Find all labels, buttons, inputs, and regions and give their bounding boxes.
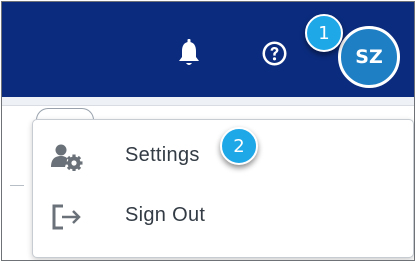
callout-number: 1 bbox=[318, 22, 330, 44]
top-navigation-bar: SZ bbox=[2, 2, 414, 97]
bell-icon[interactable] bbox=[178, 39, 200, 67]
sign-out-icon bbox=[52, 204, 81, 230]
callout-badge-2: 2 bbox=[220, 127, 258, 165]
secondary-toolbar bbox=[2, 97, 414, 106]
app-window: SZ Settings Sign Out 1 2 bbox=[1, 1, 415, 261]
background-divider bbox=[10, 185, 24, 186]
settings-label: Settings bbox=[125, 144, 200, 166]
user-settings-icon bbox=[51, 144, 83, 171]
callout-badge-1: 1 bbox=[305, 14, 343, 52]
callout-number: 2 bbox=[233, 135, 245, 157]
question-circle-icon[interactable] bbox=[261, 40, 288, 67]
user-avatar-button[interactable]: SZ bbox=[338, 26, 400, 88]
sign-out-label: Sign Out bbox=[125, 204, 206, 226]
menu-item-sign-out[interactable]: Sign Out bbox=[33, 186, 413, 246]
avatar-initials: SZ bbox=[355, 46, 383, 68]
